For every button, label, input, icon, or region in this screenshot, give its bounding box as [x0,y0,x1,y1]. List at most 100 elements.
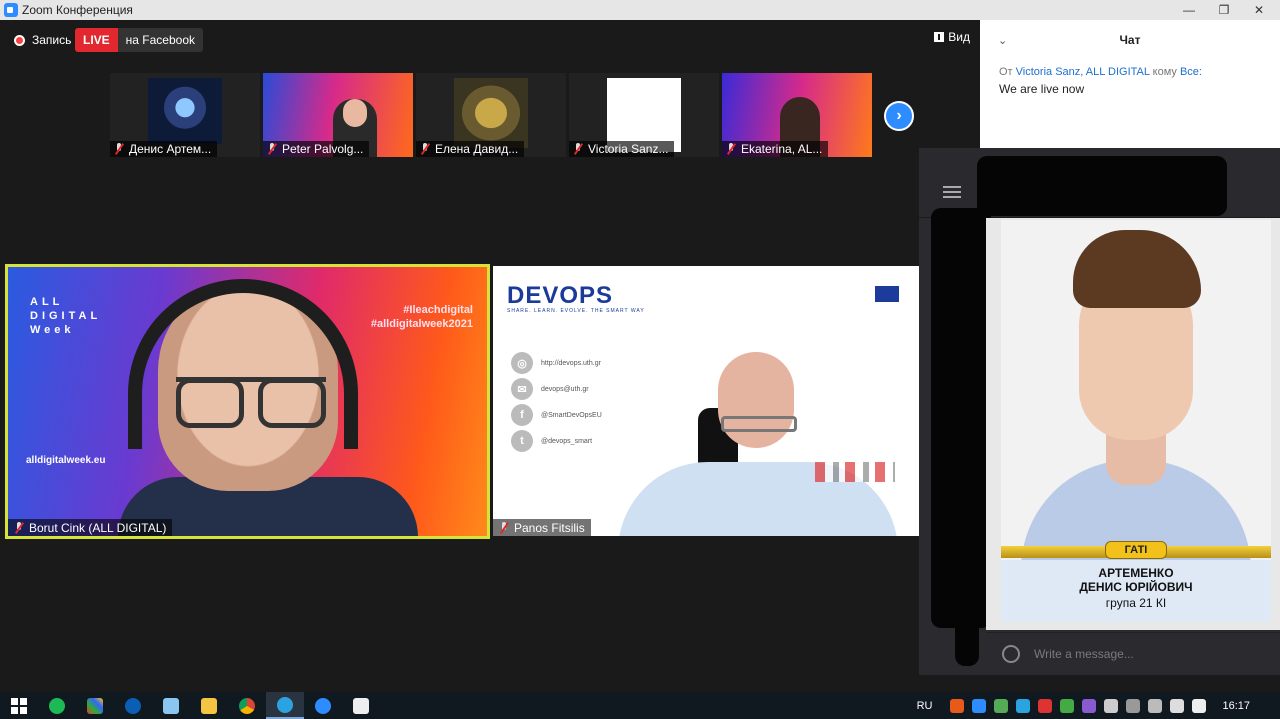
event-hashtags: #Ileachdigital #alldigitalweek2021 [370,304,473,330]
participant-name: Елена Давид... [435,142,519,156]
view-label: Вид [948,30,970,44]
record-icon [14,34,25,46]
live-stream-indicator[interactable]: LIVE на Facebook [75,28,204,52]
mic-muted-icon [267,143,277,155]
twitter-icon: t [511,430,533,452]
participant-thumbnail[interactable]: Ekaterina, AL... [722,73,872,157]
notepad-icon[interactable] [152,692,190,719]
headset-icon [128,279,358,449]
chat-sender: Victoria Sanz, ALL DIGITAL [1015,66,1150,78]
photo-hair [1073,230,1201,308]
view-button[interactable]: Вид [934,30,970,44]
facebook-icon: f [511,404,533,426]
devops-logo: DEVOPS [507,282,614,309]
redaction-scribble [955,548,979,666]
chevron-right-icon: › [896,107,902,124]
participant-thumbnail[interactable]: Елена Давид... [416,73,566,157]
next-page-button[interactable]: › [884,101,914,131]
tray-app-icon[interactable] [994,698,1009,713]
message-compose-bar [986,632,1280,675]
mic-icon [14,521,24,534]
globe-icon: ◎ [511,352,533,374]
tray-app-icon[interactable] [1038,698,1053,713]
maximize-button[interactable]: ❐ [1207,0,1241,20]
partner-logos [815,462,895,482]
chat-message-meta: От Victoria Sanz, ALL DIGITAL кому Все: [999,66,1202,78]
recording-indicator[interactable]: Запись [6,28,80,52]
photo-caption: АРТЕМЕНКО ДЕНИС ЮРІЙОВИЧ група 21 КІ [1001,560,1271,622]
tray-app-icon[interactable] [1082,698,1097,713]
mic-muted-icon [573,143,583,155]
zoom-logo-icon [4,3,18,17]
minimize-button[interactable]: — [1172,0,1206,20]
hamburger-menu-icon[interactable] [943,186,961,198]
attach-icon[interactable] [998,641,1024,667]
title-bar: Zoom Конференция — ❐ ✕ [0,0,1280,20]
speaker-name-tag: Borut Cink (ALL DIGITAL) [8,519,173,536]
start-button[interactable] [0,692,38,719]
windows-icon [11,697,27,714]
image-viewer-icon[interactable] [342,692,380,719]
chat-title: Чат [1119,33,1141,47]
message-input[interactable] [1034,647,1280,661]
recording-label: Запись [32,33,72,47]
app-icon[interactable] [76,692,114,719]
chat-panel: ⌄ Чат От Victoria Sanz, ALL DIGITAL кому… [980,20,1280,160]
contact-facebook: f @SmartDevOpsEU [511,404,602,426]
contact-email: ✉ devops@uth.gr [511,378,589,400]
clock[interactable]: 16:17 [1222,700,1250,712]
institution-badge: ГАТІ [1105,541,1167,559]
live-badge: LIVE [75,28,118,52]
participant-name: Денис Артем... [129,142,212,156]
stream-target-label: на Facebook [125,33,196,47]
taskbar: RU 16:17 [0,692,1280,719]
participant-name: Ekaterina, AL... [741,142,823,156]
clipboard-icon[interactable] [1126,698,1141,713]
tray-app-icon[interactable] [950,698,965,713]
participant-thumbnail[interactable]: Денис Артем... [110,73,260,157]
system-tray: RU 16:17 [917,692,1280,719]
event-site: alldigitalweek.eu [26,455,106,466]
spotify-icon[interactable] [38,692,76,719]
telegram-icon[interactable] [266,692,304,719]
event-brand: ALL DIGITAL Week [30,296,102,336]
messenger-window: ГАТІ АРТЕМЕНКО ДЕНИС ЮРІЙОВИЧ група 21 К… [919,148,1280,675]
chrome-icon[interactable] [228,692,266,719]
devops-tagline: SHARE. LEARN. EVOLVE. THE SMART WAY [507,308,645,314]
active-speaker-video[interactable]: ALL DIGITAL Week #Ileachdigital #alldigi… [5,264,490,539]
zoom-tray-icon[interactable] [972,698,987,713]
participant-name: Peter Palvolg... [282,142,364,156]
telegram-tray-icon[interactable] [1016,698,1031,713]
redaction-scribble [977,156,1227,216]
mic-muted-icon [114,143,124,155]
window-title: Zoom Конференция [22,3,133,17]
participant-thumbnail[interactable]: Peter Palvolg... [263,73,413,157]
mic-muted-icon [726,143,736,155]
mail-icon: ✉ [511,378,533,400]
glasses [721,416,797,432]
gallery-view-icon [934,32,945,42]
close-button[interactable]: ✕ [1242,0,1276,20]
language-indicator[interactable]: RU [917,700,933,712]
tray-app-icon[interactable] [1104,698,1119,713]
participant-thumbnail[interactable]: Victoria Sanz... [569,73,719,157]
participant-video-main[interactable]: DEVOPS SHARE. LEARN. EVOLVE. THE SMART W… [493,266,919,536]
tray-app-icon[interactable] [1060,698,1075,713]
contact-web: ◎ http://devops.uth.gr [511,352,601,374]
edge-icon[interactable] [114,692,152,719]
file-explorer-icon[interactable] [190,692,228,719]
participant-avatar [454,78,528,148]
participant-avatar [148,78,222,144]
participant-name: Victoria Sanz... [588,142,669,156]
glasses [176,377,326,428]
battery-icon[interactable] [1148,698,1163,713]
network-icon[interactable] [1170,698,1185,713]
speaker-head [718,352,794,448]
contact-twitter: t @devops_smart [511,430,592,452]
chat-message: We are live now [999,82,1085,96]
zoom-icon[interactable] [304,692,342,719]
volume-icon[interactable] [1192,698,1207,713]
mic-muted-icon [420,143,430,155]
participant-name-tag: Panos Fitsilis [493,519,591,536]
eu-flag-icon [875,286,899,302]
